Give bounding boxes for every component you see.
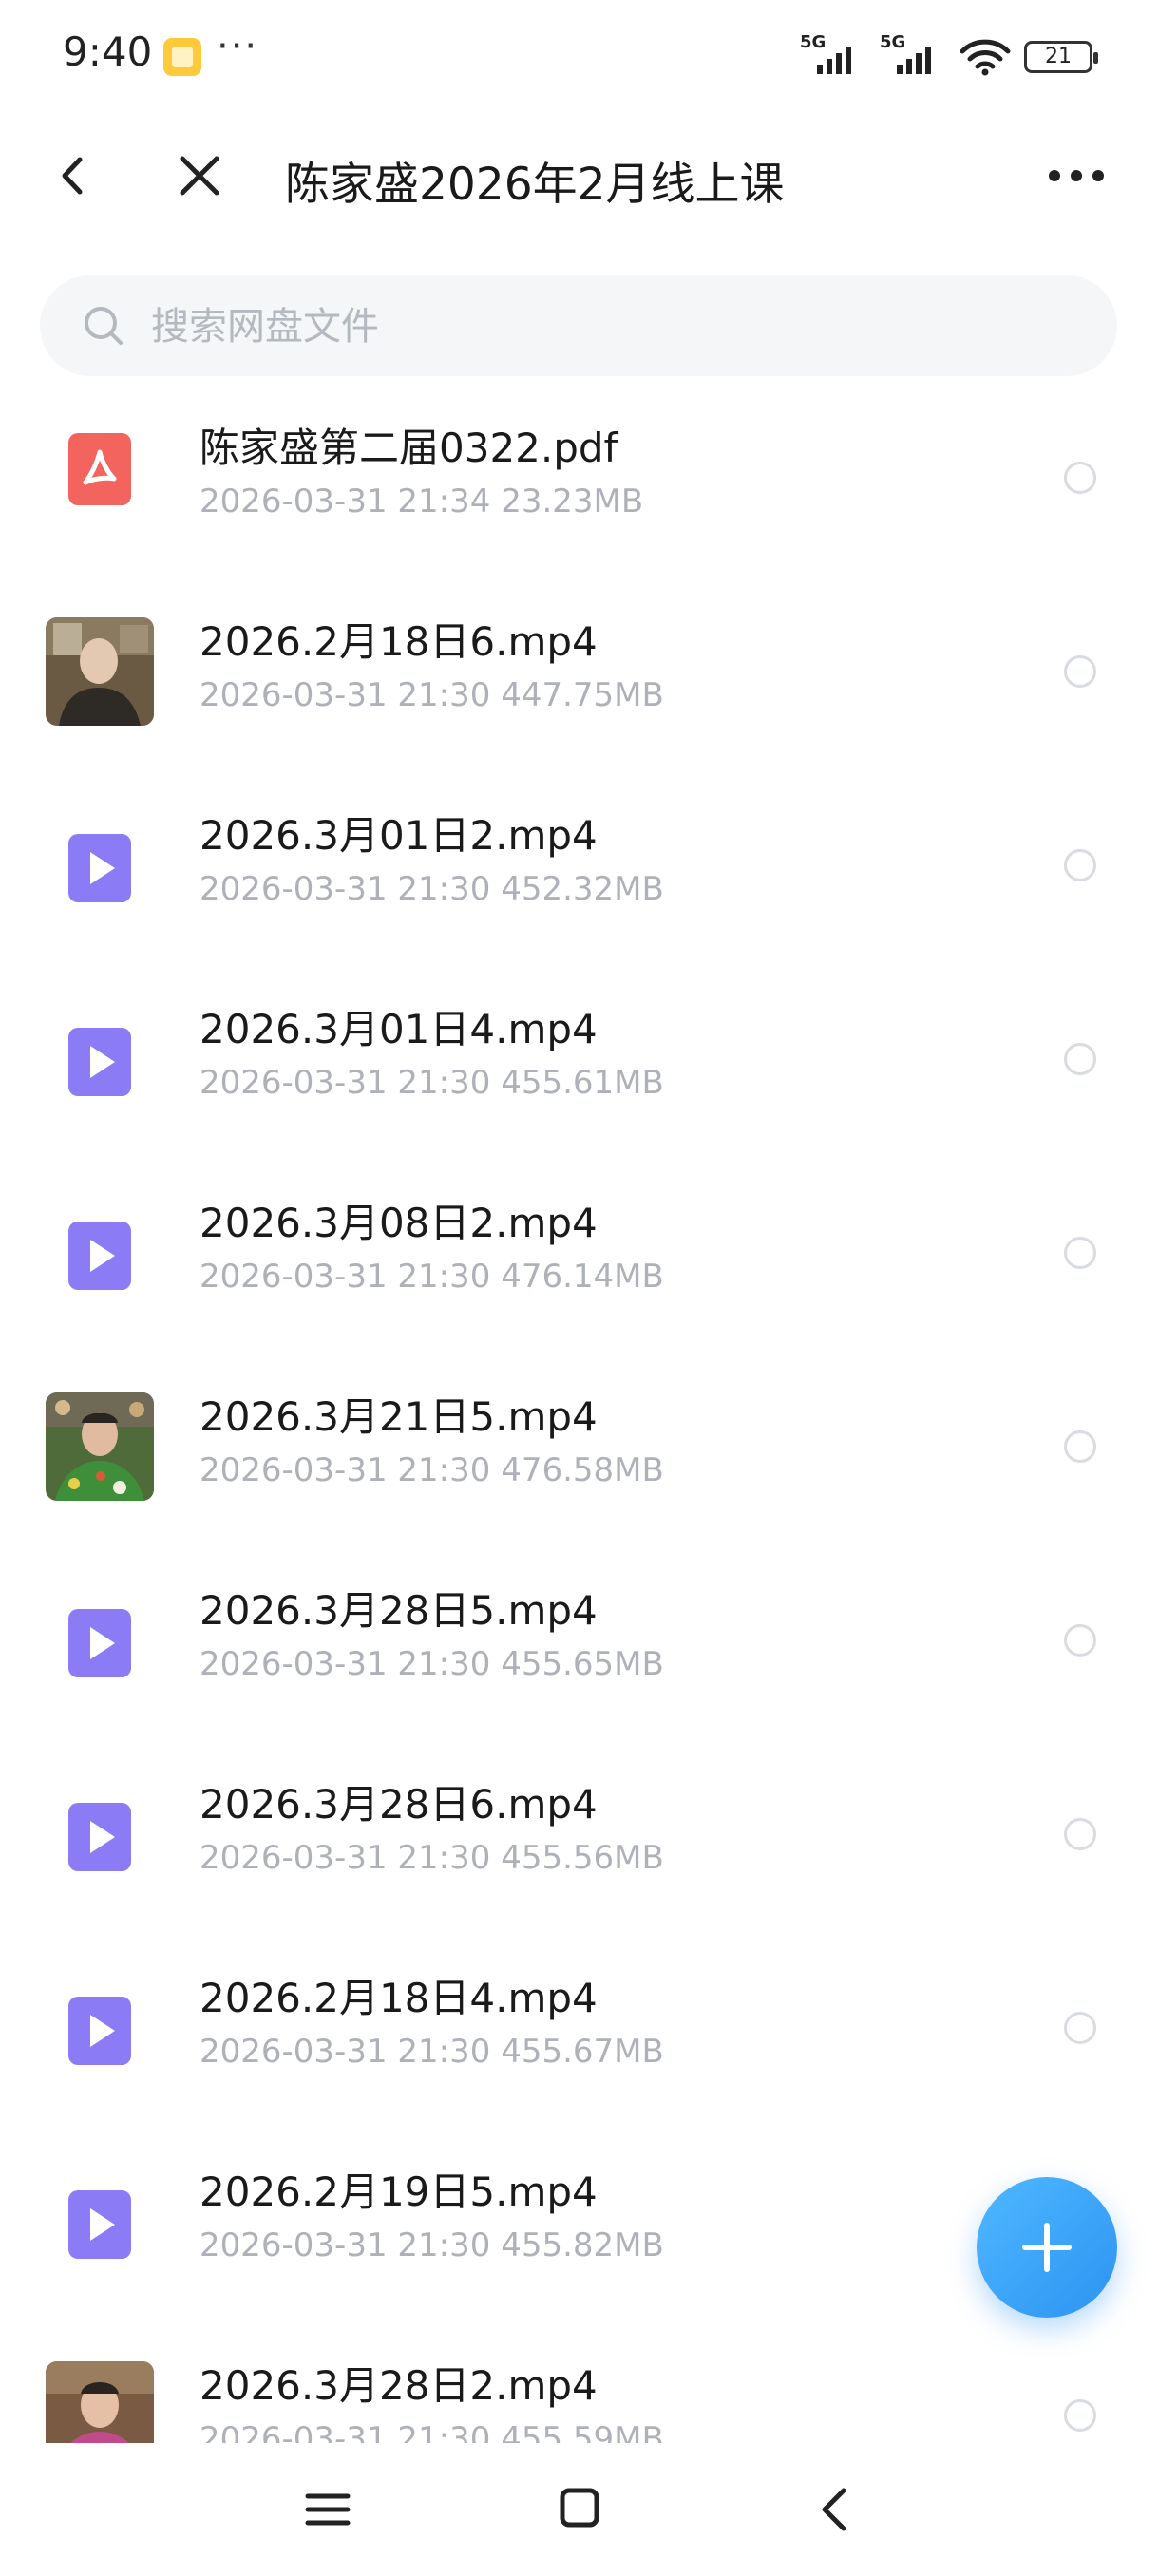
file-name: 2026.3月28日5.mp4 [200,1587,598,1634]
file-row[interactable]: 2026.3月01日4.mp4 2026-03-31 21:30 455.61M… [0,961,1159,1155]
select-checkbox[interactable] [1064,1237,1096,1269]
file-name: 2026.3月28日2.mp4 [200,2362,598,2409]
close-icon[interactable] [169,144,230,207]
file-name: 2026.3月01日2.mp4 [200,812,598,859]
file-meta: 2026-03-31 21:30 447.75MB [200,676,664,714]
file-row[interactable]: 2026.2月18日4.mp4 2026-03-31 21:30 455.67M… [0,1930,1159,2124]
video-thumbnail [46,1392,154,1501]
select-checkbox[interactable] [1064,1624,1096,1657]
home-icon[interactable] [559,2487,600,2529]
file-row[interactable]: 2026.3月08日2.mp4 2026-03-31 21:30 476.14M… [0,1155,1159,1349]
file-row[interactable]: 陈家盛第二届0322.pdf 2026-03-31 21:34 23.23MB [0,380,1159,574]
file-meta: 2026-03-31 21:30 455.59MB [200,2420,664,2443]
file-meta: 2026-03-31 21:30 452.32MB [200,870,664,908]
file-meta: 2026-03-31 21:30 455.56MB [200,1839,664,1877]
select-checkbox[interactable] [1064,849,1096,881]
wifi-icon [960,39,1011,76]
file-row[interactable]: 2026.3月01日2.mp4 2026-03-31 21:30 452.32M… [0,767,1159,961]
video-file-icon [68,2190,131,2259]
video-file-icon [68,1609,131,1677]
search-input[interactable] [149,275,1084,378]
video-file-icon [68,834,131,902]
select-checkbox[interactable] [1064,655,1096,688]
video-file-icon [68,1222,131,1290]
more-options-icon[interactable] [1043,152,1110,199]
battery-icon: 21 [1024,41,1098,73]
file-row[interactable]: 2026.3月28日2.mp4 2026-03-31 21:30 455.59M… [0,2318,1159,2443]
top-app-bar: 陈家盛2026年2月线上课 [0,114,1159,237]
back-arrow-icon[interactable] [46,144,99,207]
add-button[interactable] [977,2177,1117,2318]
select-checkbox[interactable] [1064,2012,1096,2044]
file-name: 2026.2月18日4.mp4 [200,1975,598,2021]
file-meta: 2026-03-31 21:30 455.82MB [200,2226,664,2264]
file-name: 2026.3月08日2.mp4 [200,1200,598,1246]
pdf-icon [68,433,131,505]
file-row[interactable]: 2026.3月21日5.mp4 2026-03-31 21:30 476.58M… [0,1349,1159,1543]
file-name: 2026.2月18日6.mp4 [200,618,598,665]
back-icon[interactable] [815,2485,853,2534]
signal-icon: 5G [880,32,946,80]
file-meta: 2026-03-31 21:30 455.67MB [200,2033,664,2071]
more-notifications-icon: ··· [217,25,259,68]
file-name: 2026.3月21日5.mp4 [200,1393,598,1440]
file-name: 陈家盛第二届0322.pdf [200,425,618,471]
recent-apps-icon[interactable] [304,2489,352,2530]
status-bar: 9:40 ··· 5G 5G 21 [0,0,1159,114]
video-file-icon [68,1803,131,1871]
file-meta: 2026-03-31 21:30 476.58MB [200,1451,664,1489]
select-checkbox[interactable] [1064,462,1096,494]
file-meta: 2026-03-31 21:30 455.61MB [200,1064,664,1102]
file-row[interactable]: 2026.3月28日5.mp4 2026-03-31 21:30 455.65M… [0,1543,1159,1736]
video-thumbnail [46,617,154,726]
select-checkbox[interactable] [1064,1430,1096,1463]
select-checkbox[interactable] [1064,1818,1096,1850]
file-list: 陈家盛第二届0322.pdf 2026-03-31 21:34 23.23MB … [0,380,1159,2443]
file-meta: 2026-03-31 21:30 455.65MB [200,1645,664,1683]
file-row[interactable]: 2026.3月28日6.mp4 2026-03-31 21:30 455.56M… [0,1736,1159,1930]
system-nav-bar [0,2443,1159,2576]
file-row[interactable]: 2026.2月18日6.mp4 2026-03-31 21:30 447.75M… [0,574,1159,767]
notes-app-icon [163,38,201,76]
video-file-icon [68,1028,131,1096]
search-bar[interactable] [40,275,1117,378]
signal-icon: 5G [800,32,866,80]
search-icon [85,307,123,345]
video-file-icon [68,1997,131,2065]
file-name: 2026.3月01日4.mp4 [200,1006,598,1052]
file-name: 2026.2月19日5.mp4 [200,2169,598,2215]
video-thumbnail [46,2361,154,2443]
select-checkbox[interactable] [1064,2399,1096,2432]
status-time: 9:40 [63,28,153,75]
file-name: 2026.3月28日6.mp4 [200,1781,598,1828]
file-meta: 2026-03-31 21:34 23.23MB [200,483,644,521]
file-meta: 2026-03-31 21:30 476.14MB [200,1258,664,1296]
status-indicators: 5G 5G 21 [800,28,1098,85]
select-checkbox[interactable] [1064,1043,1096,1075]
page-title: 陈家盛2026年2月线上课 [285,159,785,211]
